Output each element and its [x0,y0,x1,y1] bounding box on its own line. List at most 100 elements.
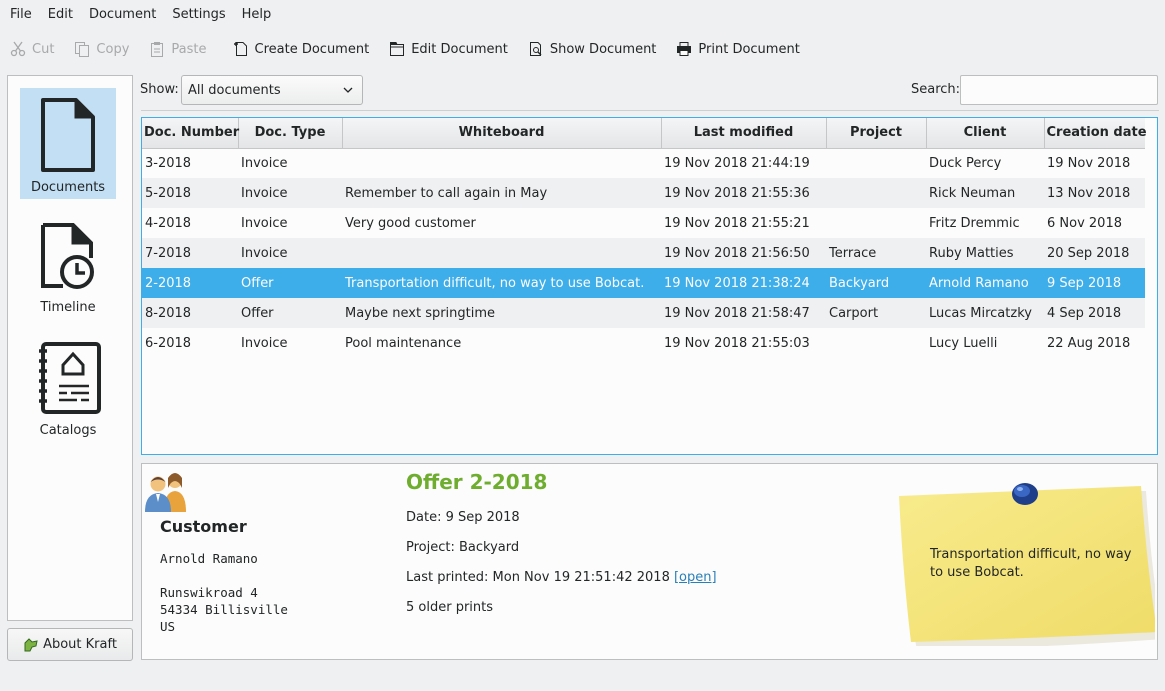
menubar: File Edit Document Settings Help [0,0,1165,30]
toolbar: Cut Copy Paste Create Document Edit Docu… [0,33,1165,65]
copy-icon [75,42,90,57]
divider [141,110,1159,111]
cell-creation-date: 6 Nov 2018 [1044,208,1145,238]
print-document-label: Print Document [698,41,800,57]
customers-icon [145,473,186,512]
cell-doc-number: 8-2018 [142,298,238,328]
table-header-row: Doc. Number Doc. Type Whiteboard Last mo… [142,118,1147,149]
cell-creation-date: 19 Nov 2018 [1044,148,1145,178]
document-table[interactable]: Doc. Number Doc. Type Whiteboard Last mo… [141,117,1158,455]
cell-whiteboard [342,238,661,268]
column-header-whiteboard[interactable]: Whiteboard [342,118,662,149]
customer-address: Arnold Ramano Runswikroad 4 54334 Billis… [160,551,288,634]
cut-label: Cut [32,41,55,57]
column-header-doc-type[interactable]: Doc. Type [238,118,343,149]
create-document-button[interactable]: Create Document [233,41,369,57]
timeline-icon [41,223,94,289]
table-row[interactable]: 5-2018 Invoice Remember to call again in… [142,178,1145,208]
cell-client: Duck Percy [926,148,1044,178]
cell-client: Ruby Matties [926,238,1044,268]
paste-label: Paste [171,41,207,57]
cell-whiteboard: Transportation difficult, no way to use … [342,268,661,298]
document-title: Offer 2-2018 [406,470,548,494]
cell-client: Lucy Luelli [926,328,1044,358]
copy-label: Copy [96,41,130,57]
cell-creation-date: 9 Sep 2018 [1044,268,1145,298]
sidebar-item-catalogs[interactable]: Catalogs [20,339,116,439]
search-input[interactable] [960,75,1158,105]
print-document-button[interactable]: Print Document [676,41,800,57]
column-header-creation-date[interactable]: Creation date [1044,118,1147,149]
table-row-selected[interactable]: 2-2018 Offer Transportation difficult, n… [142,268,1145,298]
show-document-label: Show Document [549,41,657,57]
show-filter-dropdown[interactable]: All documents [181,75,363,105]
about-kraft-button[interactable]: About Kraft [7,628,133,661]
cell-last-modified: 19 Nov 2018 21:56:50 [661,238,826,268]
cell-project [826,178,926,208]
printer-icon [677,42,692,56]
column-header-doc-number[interactable]: Doc. Number [142,118,239,149]
cell-doc-type: Offer [238,298,342,328]
cell-last-modified: 19 Nov 2018 21:38:24 [661,268,826,298]
cell-whiteboard: Pool maintenance [342,328,661,358]
table-row[interactable]: 7-2018 Invoice 19 Nov 2018 21:56:50 Terr… [142,238,1145,268]
cut-button[interactable]: Cut [10,41,54,57]
column-header-client[interactable]: Client [926,118,1045,149]
cell-last-modified: 19 Nov 2018 21:55:21 [661,208,826,238]
cell-project [826,328,926,358]
sticky-note-text: Transportation difficult, no way to use … [930,547,1132,580]
customer-heading: Customer [160,517,247,536]
column-header-project[interactable]: Project [826,118,927,149]
cell-doc-type: Invoice [238,178,342,208]
document-icon [41,98,95,172]
cell-doc-type: Invoice [238,208,342,238]
edit-document-button[interactable]: Edit Document [389,41,508,57]
sidebar-item-timeline[interactable]: Timeline [20,218,116,318]
scissors-icon [10,41,26,57]
last-printed-line: Last printed: Mon Nov 19 21:51:42 2018 [… [406,570,717,585]
sidebar-label-timeline: Timeline [40,300,96,315]
sidebar-item-documents[interactable]: Documents [20,88,116,199]
cell-doc-number: 2-2018 [142,268,238,298]
menu-document[interactable]: Document [81,0,164,30]
column-header-last-modified[interactable]: Last modified [661,118,827,149]
document-project: Project: Backyard [406,540,520,555]
cell-doc-number: 5-2018 [142,178,238,208]
cell-project: Backyard [826,268,926,298]
menu-help[interactable]: Help [234,0,280,30]
paste-icon [151,42,164,57]
table-row[interactable]: 3-2018 Invoice 19 Nov 2018 21:44:19 Duck… [142,148,1145,178]
open-print-link[interactable]: [open] [674,570,717,585]
cell-whiteboard: Very good customer [342,208,661,238]
cell-client: Arnold Ramano [926,268,1044,298]
show-document-button[interactable]: Show Document [528,41,657,57]
menu-edit[interactable]: Edit [40,0,81,30]
pushpin-icon [1012,483,1038,505]
sidebar: Documents Timeline Catalogs [7,75,133,621]
table-row[interactable]: 4-2018 Invoice Very good customer 19 Nov… [142,208,1145,238]
cell-last-modified: 19 Nov 2018 21:55:36 [661,178,826,208]
cell-doc-type: Offer [238,268,342,298]
kraft-logo-icon [24,637,38,651]
cell-project [826,148,926,178]
cell-doc-number: 7-2018 [142,238,238,268]
table-row[interactable]: 8-2018 Offer Maybe next springtime 19 No… [142,298,1145,328]
table-row[interactable]: 6-2018 Invoice Pool maintenance 19 Nov 2… [142,328,1145,358]
copy-button[interactable]: Copy [74,41,129,57]
menu-file[interactable]: File [2,0,40,30]
sidebar-label-documents: Documents [30,180,106,195]
cell-doc-type: Invoice [238,238,342,268]
cell-doc-type: Invoice [238,148,342,178]
edit-document-icon [390,42,405,56]
about-kraft-label: About Kraft [43,637,117,652]
document-date: Date: 9 Sep 2018 [406,510,520,525]
catalog-book-icon [39,342,101,414]
menu-settings[interactable]: Settings [164,0,233,30]
sidebar-label-catalogs: Catalogs [39,423,97,438]
cell-whiteboard: Maybe next springtime [342,298,661,328]
paste-button[interactable]: Paste [149,41,207,57]
cell-client: Lucas Mircatzky [926,298,1044,328]
cell-client: Rick Neuman [926,178,1044,208]
cell-project [826,208,926,238]
cell-doc-number: 3-2018 [142,148,238,178]
